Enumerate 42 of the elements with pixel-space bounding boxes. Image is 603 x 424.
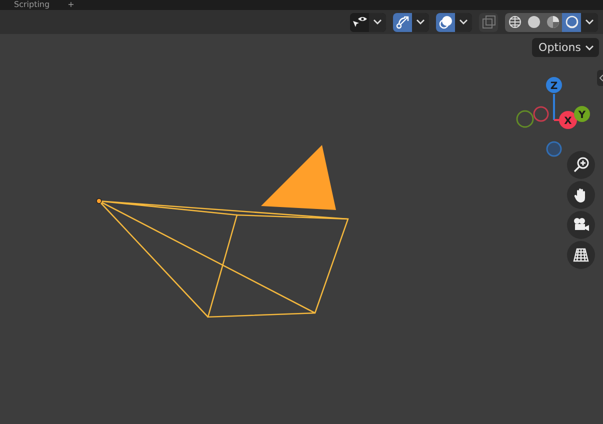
dropdown-toggle[interactable] (455, 12, 472, 32)
chevron-icon (585, 19, 594, 25)
pan-button[interactable] (567, 181, 595, 209)
selectability-visibility-button[interactable] (350, 12, 369, 32)
add-workspace-button[interactable]: + (68, 0, 74, 10)
negative-axis-handle[interactable] (516, 110, 534, 128)
dropdown-toggle[interactable] (412, 12, 429, 32)
shading-mode-button[interactable] (562, 12, 581, 32)
movie-camera-icon (572, 217, 590, 233)
dropdown-toggle[interactable] (369, 12, 386, 32)
overlapping-circles-icon (438, 15, 452, 29)
dropdown-toggle[interactable] (581, 12, 598, 32)
camera-view-button[interactable] (567, 211, 595, 239)
options-dropdown[interactable]: Options (532, 38, 599, 57)
camera-drawing[interactable] (96, 145, 349, 318)
axis-handle[interactable]: Z (546, 77, 562, 93)
workspace-tab[interactable]: Scripting (14, 0, 50, 10)
chevron-icon (585, 44, 594, 50)
chevron-icon (459, 19, 468, 25)
shading-mode-button[interactable] (505, 12, 524, 32)
gizmo-arrow-icon (396, 15, 410, 29)
wireframe-shading-icon (508, 15, 522, 29)
overlapping-squares-icon (482, 15, 496, 29)
zoom-button[interactable] (567, 151, 595, 179)
axis-handle[interactable]: Y (574, 106, 590, 122)
eye-cursor-icon (352, 15, 367, 29)
negative-axis-handle[interactable] (546, 141, 562, 157)
material-shading-icon (546, 15, 560, 29)
rendered-shading-icon (564, 15, 578, 29)
chevron-icon (416, 19, 425, 25)
shading-mode-button[interactable] (543, 12, 562, 32)
negative-axis-handle[interactable] (533, 106, 549, 122)
axis-handle[interactable]: X (559, 111, 577, 129)
perspective-toggle-button[interactable] (567, 241, 595, 269)
xray-toggle-button[interactable] (479, 12, 498, 32)
overlays-toggle-button[interactable] (436, 12, 455, 32)
gizmo-toggle-button[interactable] (393, 12, 412, 32)
grid-icon (573, 247, 589, 263)
solid-shading-icon (526, 15, 540, 29)
magnifier-plus-icon (573, 157, 589, 173)
chevron-icon (373, 19, 382, 25)
sidebar-toggle-icon[interactable] (597, 70, 603, 86)
